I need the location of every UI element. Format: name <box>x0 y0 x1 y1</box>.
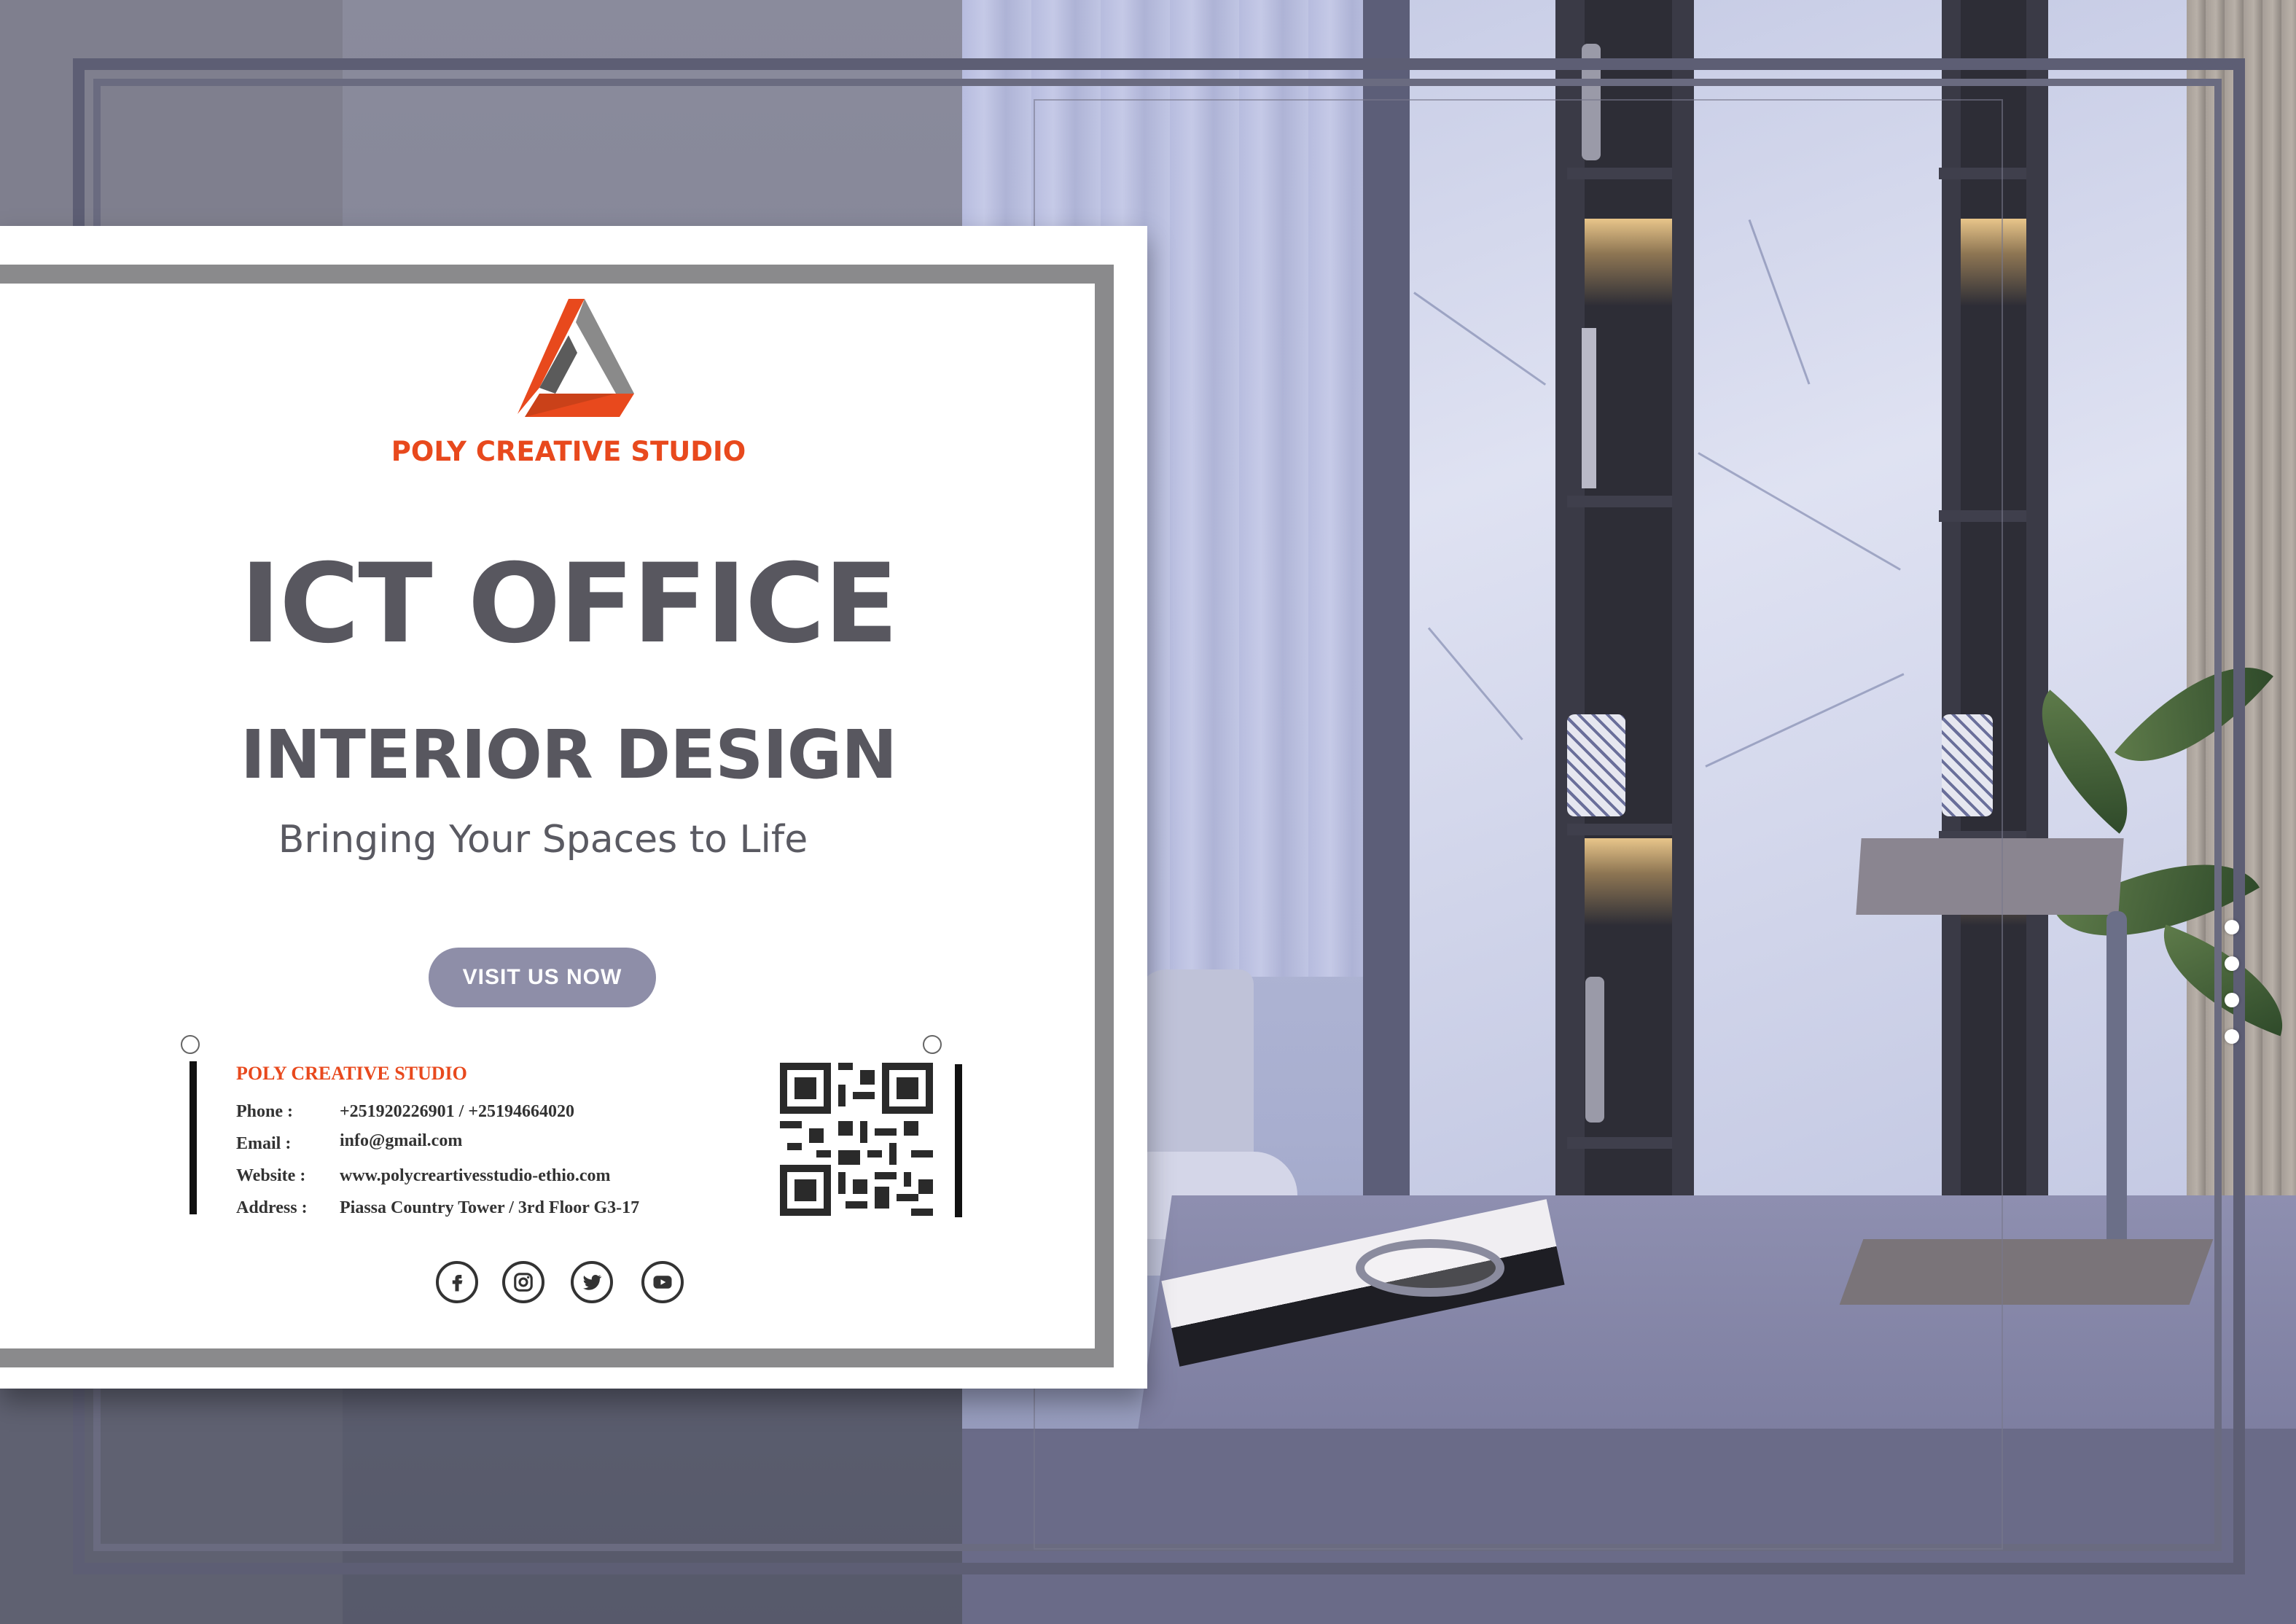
divider-bar <box>955 1064 962 1217</box>
website-label: Website : <box>236 1166 306 1185</box>
triangle-logo-icon <box>518 299 634 417</box>
page-title: ICT OFFICE <box>240 541 898 668</box>
phone-value[interactable]: +251920226901 / +25194664020 <box>340 1102 574 1122</box>
youtube-icon[interactable] <box>641 1261 684 1303</box>
ring-icon <box>181 1035 200 1054</box>
pagination-dot-2[interactable] <box>2225 956 2239 971</box>
instagram-icon[interactable] <box>502 1261 544 1303</box>
address-value: Piassa Country Tower / 3rd Floor G3-17 <box>340 1198 640 1217</box>
pagination-dot-4[interactable] <box>2225 1029 2239 1044</box>
facebook-icon[interactable] <box>436 1261 478 1303</box>
website-value[interactable]: www.polycreartivesstudio-ethio.com <box>340 1166 611 1186</box>
visit-us-button[interactable]: VISIT US NOW <box>429 948 656 1007</box>
ring-icon <box>923 1035 942 1054</box>
twitter-icon[interactable] <box>571 1261 613 1303</box>
pagination-dot-1[interactable] <box>2225 920 2239 934</box>
page-subtitle: INTERIOR DESIGN <box>240 716 897 794</box>
pagination-dot-3[interactable] <box>2225 993 2239 1007</box>
qr-code-icon[interactable] <box>780 1063 933 1216</box>
brand-name: POLY CREATIVE STUDIO <box>391 436 746 467</box>
pagination-dots <box>2225 920 2241 1051</box>
email-label: Email : <box>236 1134 292 1153</box>
phone-label: Phone : <box>236 1102 293 1121</box>
address-label: Address : <box>236 1198 308 1217</box>
email-value[interactable]: info@gmail.com <box>340 1131 462 1151</box>
decorative-thin-frame <box>1034 99 2003 1550</box>
contact-heading: POLY CREATIVE STUDIO <box>236 1063 467 1084</box>
divider-bar <box>190 1061 197 1214</box>
tagline: Bringing Your Spaces to Life <box>278 818 808 862</box>
